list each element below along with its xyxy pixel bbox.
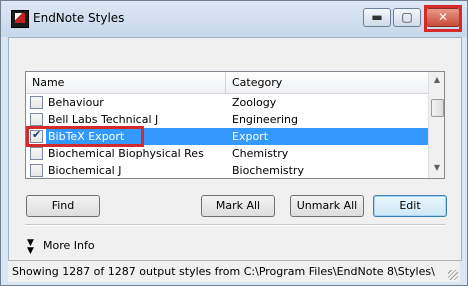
style-category: Biochemistry	[232, 164, 304, 177]
styles-list[interactable]: Name Category Behaviour Zoology Bell Lab…	[25, 71, 445, 179]
style-category: Chemistry	[232, 147, 289, 160]
dialog-body: Name Category Behaviour Zoology Bell Lab…	[8, 37, 462, 261]
scroll-up-arrow-icon[interactable]: ▲	[431, 74, 443, 86]
status-text: Showing 1287 of 1287 output styles from …	[12, 265, 435, 278]
endnote-styles-window: EndNote Styles ▬ ▢ ✕ Name Category Behav…	[0, 0, 468, 286]
mark-all-button[interactable]: Mark All	[201, 195, 275, 217]
style-checkbox[interactable]	[30, 113, 43, 126]
column-divider[interactable]	[225, 72, 226, 93]
style-name: Bell Labs Technical J	[48, 113, 159, 126]
status-bar: Showing 1287 of 1287 output styles from …	[8, 260, 460, 282]
selected-row-highlight	[26, 126, 144, 147]
style-category: Engineering	[232, 113, 298, 126]
title-bar[interactable]: EndNote Styles ▬ ▢ ✕	[1, 1, 467, 37]
list-item[interactable]: Biochemical Biophysical Res Chemistry	[26, 145, 428, 162]
style-checkbox[interactable]	[30, 96, 43, 109]
divider	[25, 224, 445, 226]
endnote-app-icon	[11, 10, 29, 28]
scroll-down-arrow-icon[interactable]: ▼	[431, 162, 443, 174]
unmark-all-button[interactable]: Unmark All	[290, 195, 364, 217]
list-item-selected[interactable]: ✔ BibTeX Export Export	[26, 126, 428, 147]
style-name: Behaviour	[48, 96, 104, 109]
minimize-button[interactable]: ▬	[363, 8, 391, 27]
list-item[interactable]: Behaviour Zoology	[26, 94, 428, 111]
find-button[interactable]: Find	[26, 195, 100, 217]
column-header-name[interactable]: Name	[32, 76, 64, 89]
style-checkbox[interactable]	[30, 147, 43, 160]
double-chevron-down-icon: ▼ ▼	[27, 238, 34, 256]
style-category: Zoology	[232, 96, 277, 109]
window-title: EndNote Styles	[33, 11, 125, 25]
scroll-thumb[interactable]	[431, 99, 444, 117]
style-category: Export	[232, 130, 269, 143]
close-button-highlight	[424, 5, 462, 32]
style-name: Biochemical J	[48, 164, 122, 177]
list-item[interactable]: Biochemical J Biochemistry	[26, 162, 428, 178]
edit-button[interactable]: Edit	[373, 195, 447, 217]
style-checkbox[interactable]	[30, 164, 43, 177]
column-header-category[interactable]: Category	[232, 76, 282, 89]
vertical-scrollbar[interactable]: ▲ ▼	[428, 72, 444, 178]
style-name: Biochemical Biophysical Res	[48, 147, 204, 160]
list-header: Name Category	[26, 72, 428, 94]
more-info-label: More Info	[43, 239, 95, 252]
maximize-button[interactable]: ▢	[393, 8, 421, 27]
resize-grip-icon[interactable]	[448, 270, 458, 280]
